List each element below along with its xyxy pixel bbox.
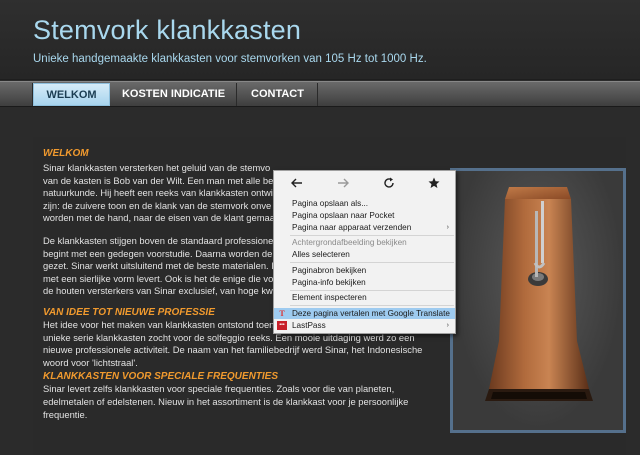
menu-item-label: LastPass	[292, 321, 326, 330]
bookmark-star-icon	[428, 177, 440, 188]
back-icon	[291, 178, 302, 188]
menu-item-send-to-device[interactable]: Pagina naar apparaat verzenden ›	[274, 222, 455, 233]
text-line: frequentie.	[43, 408, 88, 420]
menu-item-inspect-element[interactable]: Element inspecteren	[274, 292, 455, 303]
forward-icon	[338, 178, 349, 188]
menu-item-label: Deze pagina vertalen met Google Translat…	[292, 309, 450, 318]
main-nav: WELKOM KOSTEN INDICATIE CONTACT	[0, 81, 640, 107]
back-button[interactable]	[286, 174, 308, 192]
submenu-arrow-icon: ›	[446, 224, 449, 231]
context-menu: Pagina opslaan als... Pagina opslaan naa…	[273, 170, 456, 334]
site-header: Stemvork klankkasten Unieke handgemaakte…	[0, 0, 640, 80]
nav-spacer	[0, 83, 33, 106]
menu-separator	[290, 305, 454, 306]
site-title[interactable]: Stemvork klankkasten	[33, 15, 301, 46]
nav-item-welkom[interactable]: WELKOM	[33, 83, 110, 106]
text-line: Sinar levert zelfs klankkasten voor spec…	[43, 383, 395, 395]
menu-item-lastpass[interactable]: ••• LastPass ›	[274, 320, 455, 331]
reload-button[interactable]	[378, 174, 400, 192]
site-subtitle: Unieke handgemaakte klankkasten voor ste…	[33, 53, 427, 65]
frequenties-paragraph: Sinar levert zelfs klankkasten voor spec…	[43, 383, 443, 421]
context-menu-toolbar	[274, 171, 455, 195]
menu-separator	[290, 262, 454, 263]
nav-item-contact[interactable]: CONTACT	[238, 83, 318, 106]
menu-item-view-background-image[interactable]: Achtergrondafbeelding bekijken	[274, 237, 455, 248]
menu-item-label: Pagina naar apparaat verzenden	[292, 223, 412, 232]
lastpass-icon: •••	[277, 321, 287, 330]
menu-item-view-page-info[interactable]: Pagina-info bekijken	[274, 277, 455, 288]
submenu-arrow-icon: ›	[446, 322, 449, 329]
reload-icon	[384, 177, 394, 188]
bookmark-button[interactable]	[423, 174, 445, 192]
forward-button[interactable]	[332, 174, 354, 192]
menu-item-view-page-source[interactable]: Paginabron bekijken	[274, 265, 455, 276]
menu-separator	[290, 235, 454, 236]
text-line: edelmetalen of edelstenen. Nieuw in het …	[43, 395, 409, 407]
welcome-heading: WELKOM	[43, 148, 89, 159]
translate-icon: T	[279, 309, 285, 318]
product-photo	[450, 168, 626, 433]
menu-item-save-page-as[interactable]: Pagina opslaan als...	[274, 198, 455, 209]
text-line: nieuwe professionele activiteit. De naam…	[43, 344, 423, 356]
menu-separator	[290, 290, 454, 291]
menu-item-save-to-pocket[interactable]: Pagina opslaan naar Pocket	[274, 210, 455, 221]
section-heading-frequenties: KLANKKASTEN VOOR SPECIALE FREQUENTIES	[43, 371, 279, 383]
menu-item-select-all[interactable]: Alles selecteren	[274, 249, 455, 260]
menu-item-google-translate[interactable]: T Deze pagina vertalen met Google Transl…	[274, 308, 455, 320]
nav-item-kosten-indicatie[interactable]: KOSTEN INDICATIE	[111, 83, 237, 106]
text-line: woord voor 'lichtstraal'.	[43, 356, 138, 368]
resonance-box-image	[485, 187, 593, 401]
